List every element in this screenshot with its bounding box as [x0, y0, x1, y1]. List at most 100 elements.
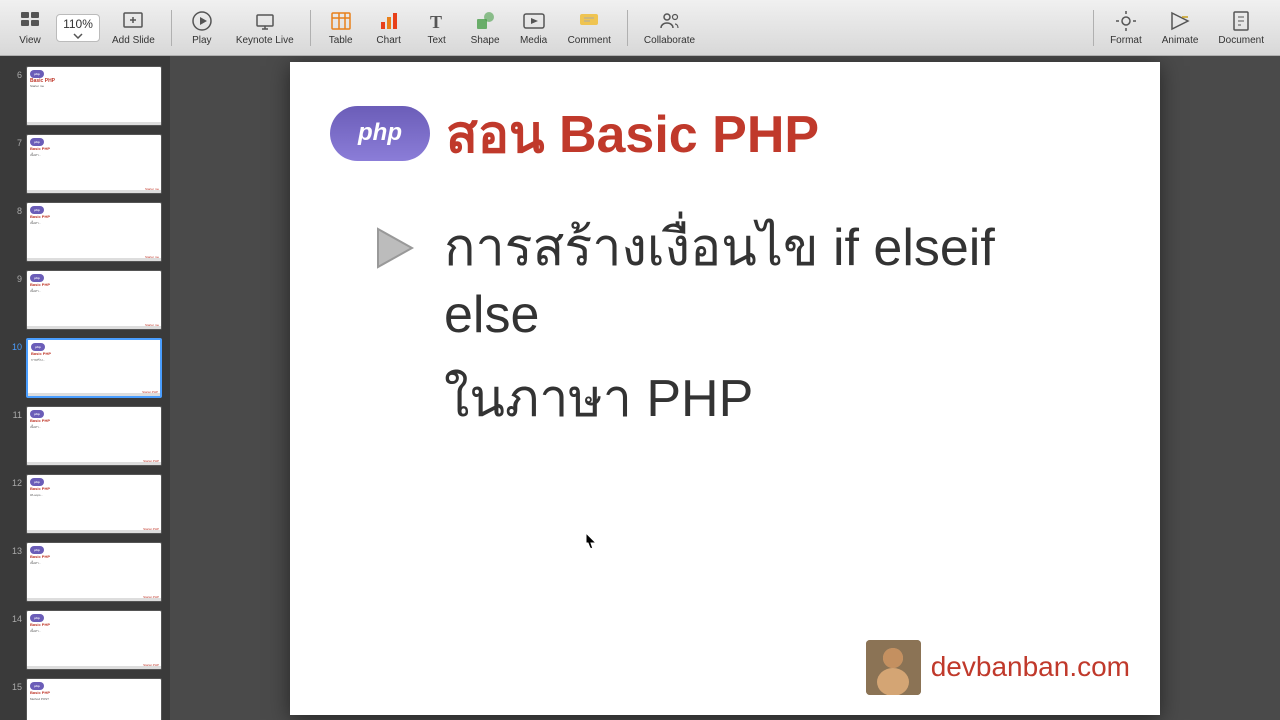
- slide-num-15: 15: [8, 678, 22, 692]
- slide-num-8: 8: [8, 202, 22, 216]
- slide-preview-7: php Basic PHP เนื้อหา... Starter me: [26, 134, 162, 194]
- animate-icon: [1168, 9, 1192, 33]
- collaborate-icon: [658, 9, 682, 33]
- slide-text-main-1: การสร้างเงื่อนไข if elseif else: [444, 215, 1100, 350]
- slide-preview-8: php Basic PHP เนื้อหา... Starter me: [26, 202, 162, 262]
- zoom-value: 110%: [63, 17, 93, 31]
- toolbar: View 110% Add Slide Play: [0, 0, 1280, 56]
- slide-num-14: 14: [8, 610, 22, 624]
- table-icon: [329, 9, 353, 33]
- slide-num-10: 10: [8, 338, 22, 352]
- slide-text-sub-1: ในภาษา PHP: [370, 366, 1100, 434]
- cursor: [585, 532, 597, 550]
- comment-icon: [577, 9, 601, 33]
- separator-4: [1093, 10, 1094, 46]
- slide-watermark: devbanban.com: [866, 640, 1130, 695]
- chart-label: Chart: [376, 35, 400, 46]
- format-button[interactable]: Format: [1102, 5, 1150, 50]
- slide-thumb-10[interactable]: 10 php Basic PHP การสร้าง... Starter.PHP: [8, 336, 162, 400]
- svg-text:T: T: [430, 12, 442, 32]
- slide-preview-13: php Basic PHP เนื้อหา... Starter.PHP: [26, 542, 162, 602]
- format-icon: [1114, 9, 1138, 33]
- text-label: Text: [427, 35, 445, 46]
- slide-thumb-9[interactable]: 9 php Basic PHP เนื้อหา... Starter me: [8, 268, 162, 332]
- keynote-live-button[interactable]: Keynote Live: [228, 5, 302, 50]
- slide-bullet-1: การสร้างเงื่อนไข if elseif else: [370, 215, 1100, 350]
- slide-preview-12: php Basic PHP if/Loops... Starter.PHP: [26, 474, 162, 534]
- slide-preview-14: php Basic PHP เนื้อหา... Starter.PHP: [26, 610, 162, 670]
- slide-thumb-7[interactable]: 7 php Basic PHP เนื้อหา... Starter me: [8, 132, 162, 196]
- slide-num-12: 12: [8, 474, 22, 488]
- slide-canvas: php สอน Basic PHP การสร้างเงื่อนไข if el: [290, 62, 1160, 715]
- slide-panel: 6 php Basic PHP Starter me 7 php Basic P…: [0, 56, 170, 720]
- toolbar-right: Format Animate Document: [1089, 5, 1272, 50]
- document-label: Document: [1218, 35, 1264, 46]
- slide-thumb-6[interactable]: 6 php Basic PHP Starter me: [8, 64, 162, 128]
- media-label: Media: [520, 35, 547, 46]
- main-area: 6 php Basic PHP Starter me 7 php Basic P…: [0, 56, 1280, 720]
- separator-1: [171, 10, 172, 46]
- animate-button[interactable]: Animate: [1154, 5, 1207, 50]
- text-button[interactable]: T Text: [415, 5, 459, 50]
- bullet-play-icon: [370, 223, 420, 273]
- slide-preview-11: php Basic PHP เนื้อหา... Starter.PHP: [26, 406, 162, 466]
- slide-thumb-12[interactable]: 12 php Basic PHP if/Loops... Starter.PHP: [8, 472, 162, 536]
- slide-thumb-14[interactable]: 14 php Basic PHP เนื้อหา... Starter.PHP: [8, 608, 162, 672]
- canvas-area[interactable]: php สอน Basic PHP การสร้างเงื่อนไข if el: [170, 56, 1280, 720]
- document-button[interactable]: Document: [1210, 5, 1272, 50]
- slide-preview-10: php Basic PHP การสร้าง... Starter.PHP: [26, 338, 162, 398]
- shape-button[interactable]: Shape: [463, 5, 508, 50]
- chevron-down-icon: [73, 33, 83, 39]
- play-button[interactable]: Play: [180, 5, 224, 50]
- slide-num-6: 6: [8, 66, 22, 80]
- watermark-avatar: [866, 640, 921, 695]
- avatar-image: [866, 640, 921, 695]
- php-logo-text: php: [358, 119, 402, 147]
- shape-label: Shape: [471, 35, 500, 46]
- play-icon: [190, 9, 214, 33]
- media-button[interactable]: Media: [512, 5, 556, 50]
- separator-3: [627, 10, 628, 46]
- slide-header: php สอน Basic PHP: [290, 62, 1160, 175]
- zoom-control[interactable]: 110%: [56, 14, 100, 42]
- table-label: Table: [329, 35, 353, 46]
- keynote-live-icon: [253, 9, 277, 33]
- document-icon: [1229, 9, 1253, 33]
- slide-title: สอน Basic PHP: [446, 92, 819, 175]
- watermark-text: devbanban.com: [931, 651, 1130, 683]
- slide-preview-15: php Basic PHP Method POST Starter.PHP: [26, 678, 162, 720]
- collaborate-button[interactable]: Collaborate: [636, 5, 703, 50]
- chart-button[interactable]: Chart: [367, 5, 411, 50]
- php-logo: php: [330, 106, 430, 161]
- view-button[interactable]: View: [8, 5, 52, 50]
- shape-icon: [473, 9, 497, 33]
- slide-thumb-15[interactable]: 15 php Basic PHP Method POST Starter.PHP: [8, 676, 162, 720]
- chart-icon: [377, 9, 401, 33]
- add-slide-button[interactable]: Add Slide: [104, 5, 163, 50]
- slide-body: การสร้างเงื่อนไข if elseif else ในภาษา P…: [290, 175, 1160, 434]
- slide-num-9: 9: [8, 270, 22, 284]
- slide-preview-6: php Basic PHP Starter me: [26, 66, 162, 126]
- slide-num-13: 13: [8, 542, 22, 556]
- separator-2: [310, 10, 311, 46]
- media-icon: [522, 9, 546, 33]
- view-icon: [18, 9, 42, 33]
- animate-label: Animate: [1162, 35, 1199, 46]
- format-label: Format: [1110, 35, 1142, 46]
- comment-label: Comment: [568, 35, 611, 46]
- keynote-live-label: Keynote Live: [236, 35, 294, 46]
- table-button[interactable]: Table: [319, 5, 363, 50]
- slide-num-11: 11: [8, 406, 22, 420]
- collaborate-label: Collaborate: [644, 35, 695, 46]
- view-label: View: [19, 35, 41, 46]
- slide-thumb-11[interactable]: 11 php Basic PHP เนื้อหา... Starter.PHP: [8, 404, 162, 468]
- slide-thumb-13[interactable]: 13 php Basic PHP เนื้อหา... Starter.PHP: [8, 540, 162, 604]
- add-slide-icon: [121, 9, 145, 33]
- comment-button[interactable]: Comment: [560, 5, 619, 50]
- play-label: Play: [192, 35, 211, 46]
- slide-thumb-8[interactable]: 8 php Basic PHP เนื้อหา... Starter me: [8, 200, 162, 264]
- add-slide-label: Add Slide: [112, 35, 155, 46]
- slide-preview-9: php Basic PHP เนื้อหา... Starter me: [26, 270, 162, 330]
- text-icon: T: [425, 9, 449, 33]
- slide-num-7: 7: [8, 134, 22, 148]
